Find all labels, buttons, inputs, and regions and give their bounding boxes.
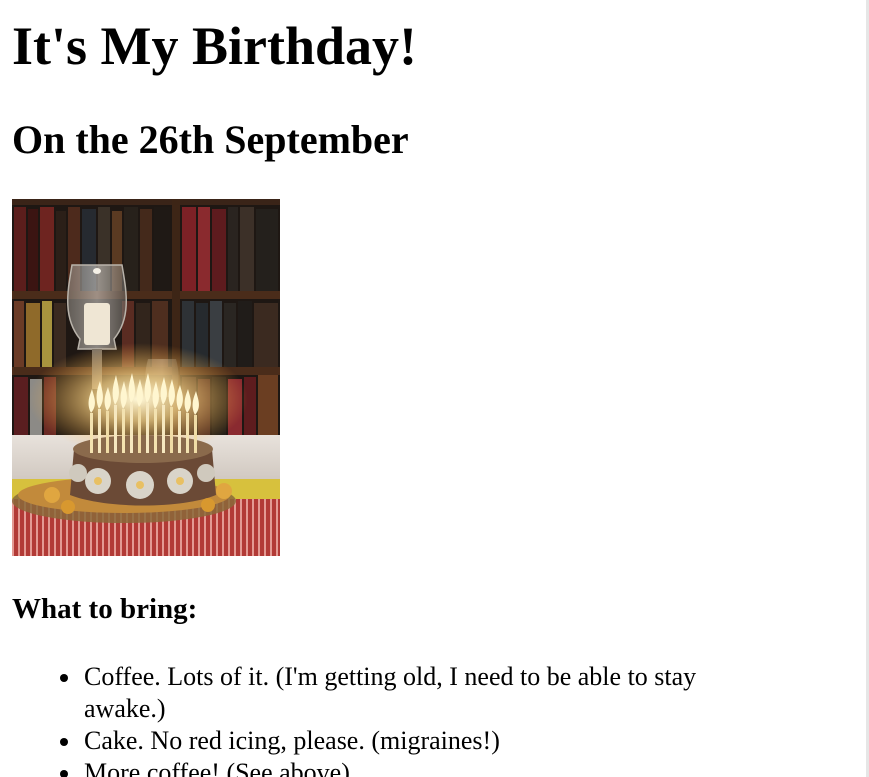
- list-item-text: More coffee! (See above): [84, 758, 350, 777]
- bullet-icon: [60, 738, 68, 746]
- web-page: It's My Birthday! On the 26th September: [0, 0, 866, 777]
- date-heading: On the 26th September: [12, 117, 409, 162]
- bring-heading: What to bring:: [12, 593, 198, 625]
- bullet-icon: [60, 770, 68, 777]
- list-item-text: Coffee. Lots of it. (I'm getting old, I …: [84, 662, 697, 723]
- list-item-text: Cake. No red icing, please. (migraines!): [84, 726, 500, 755]
- list-item: Coffee. Lots of it. (I'm getting old, I …: [60, 661, 784, 725]
- cake-photo-drawing: [12, 199, 280, 556]
- bring-list: Coffee. Lots of it. (I'm getting old, I …: [60, 661, 784, 777]
- bullet-icon: [60, 674, 68, 682]
- list-item: Cake. No red icing, please. (migraines!): [60, 725, 784, 757]
- page-title: It's My Birthday!: [12, 16, 417, 76]
- birthday-cake-image: [12, 199, 280, 556]
- list-item: More coffee! (See above): [60, 757, 784, 777]
